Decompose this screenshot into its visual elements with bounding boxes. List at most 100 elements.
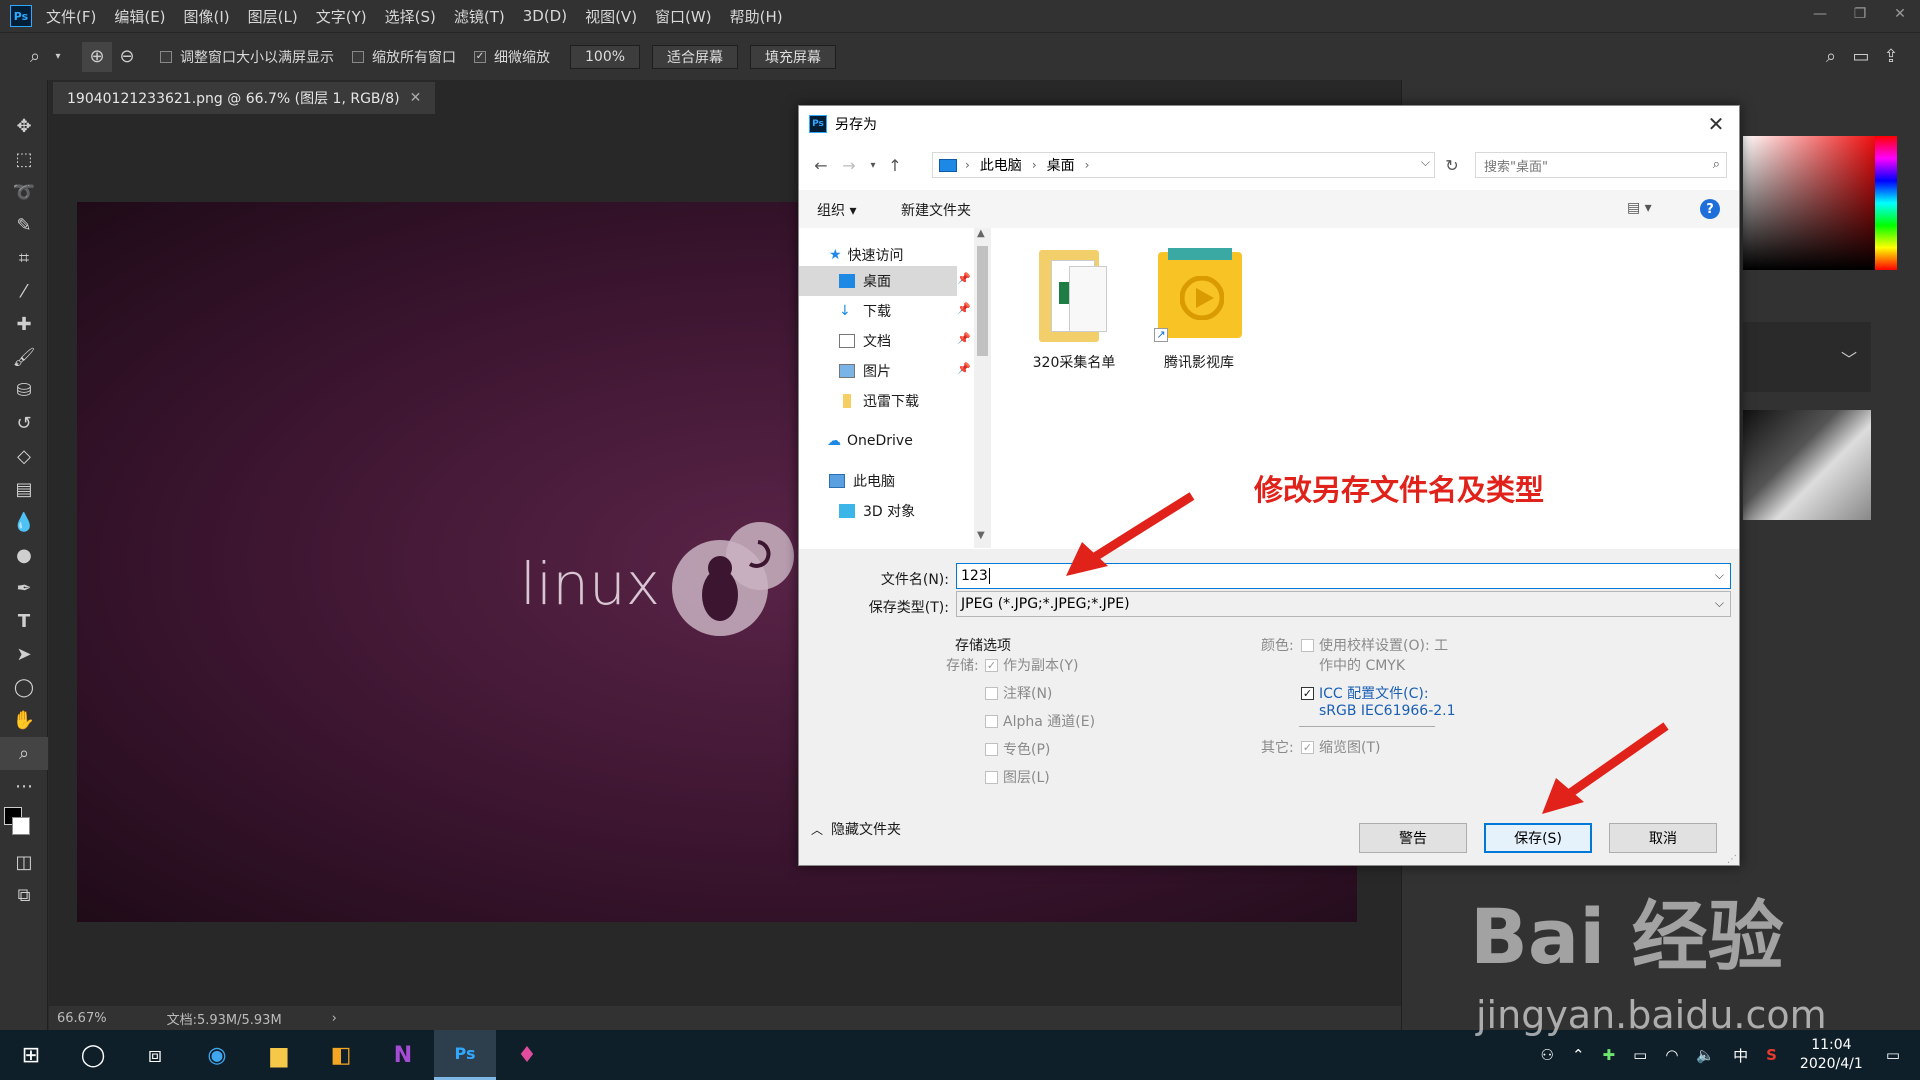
scroll-down-icon[interactable]: ▼ <box>977 530 985 541</box>
menu-image[interactable]: 图像(I) <box>184 6 230 27</box>
resize-grip-icon[interactable]: ⋰ <box>1727 854 1737 865</box>
pin-icon[interactable]: 📌 <box>957 362 971 375</box>
balloon-app-icon[interactable]: ♦ <box>496 1030 558 1080</box>
lasso-tool-icon[interactable]: ➰ <box>0 176 48 209</box>
quick-mask-icon[interactable]: ◫ <box>0 846 48 879</box>
pin-icon[interactable]: 📌 <box>957 332 971 345</box>
libraries-dropdown[interactable]: ﹀ <box>1743 322 1871 392</box>
nav-downloads[interactable]: ↓ 下载 <box>799 296 957 326</box>
warning-button[interactable]: 警告 <box>1359 823 1467 853</box>
search-input[interactable]: 搜索"桌面" ⌕ <box>1475 152 1727 178</box>
help-icon[interactable]: ? <box>1700 199 1720 219</box>
menu-select[interactable]: 选择(S) <box>385 6 436 27</box>
quick-select-icon[interactable]: ✎ <box>0 209 48 242</box>
screen-mode-icon[interactable]: ⧉ <box>0 879 48 912</box>
menu-3d[interactable]: 3D(D) <box>523 7 567 25</box>
type-tool-icon[interactable]: T <box>0 605 48 638</box>
file-explorer-icon[interactable]: ▆ <box>248 1030 310 1080</box>
clone-stamp-icon[interactable]: ⛁ <box>0 374 48 407</box>
refresh-icon[interactable]: ↻ <box>1439 152 1465 178</box>
healing-brush-icon[interactable]: ✚ <box>0 308 48 341</box>
menu-edit[interactable]: 编辑(E) <box>114 6 165 27</box>
eyedropper-icon[interactable]: ⁄ <box>0 275 48 308</box>
chevron-down-icon[interactable]: ⌵ <box>1421 155 1430 170</box>
up-arrow-icon[interactable]: ↑ <box>883 154 907 176</box>
pin-icon[interactable]: 📌 <box>957 272 971 285</box>
sogou-ime-icon[interactable]: S <box>1766 1046 1777 1064</box>
zoom-all-windows-checkbox[interactable]: 缩放所有窗口 <box>352 47 456 67</box>
organize-button[interactable]: 组织 ▾ <box>817 200 856 220</box>
menu-file[interactable]: 文件(F) <box>46 6 96 27</box>
scroll-up-icon[interactable]: ▲ <box>977 228 985 239</box>
workspace-icon[interactable]: ▭ <box>1846 42 1876 72</box>
close-tab-icon[interactable]: ✕ <box>410 90 422 106</box>
menu-filter[interactable]: 滤镜(T) <box>454 6 505 27</box>
security-app-icon[interactable]: ✚ <box>1603 1046 1616 1064</box>
menu-help[interactable]: 帮助(H) <box>730 6 783 27</box>
zoom-out-icon[interactable]: ⊖ <box>112 42 142 72</box>
tray-expand-icon[interactable]: ⌃ <box>1572 1046 1585 1064</box>
save-button[interactable]: 保存(S) <box>1484 823 1592 853</box>
path-select-icon[interactable]: ➤ <box>0 638 48 671</box>
scrubby-zoom-checkbox[interactable]: ✓ 细微缩放 <box>474 47 550 67</box>
nav-desktop[interactable]: 桌面 <box>799 266 957 296</box>
history-brush-icon[interactable]: ↺ <box>0 407 48 440</box>
fit-screen-button[interactable]: 适合屏幕 <box>652 44 739 69</box>
volume-icon[interactable]: 🔈 <box>1696 1046 1715 1064</box>
zoom-100-button[interactable]: 100% <box>570 44 641 69</box>
menu-window[interactable]: 窗口(W) <box>655 6 712 27</box>
minimize-icon[interactable]: — <box>1800 0 1840 28</box>
brush-tool-icon[interactable]: 🖌 <box>0 341 48 374</box>
nav-onedrive[interactable]: ☁ OneDrive <box>799 426 957 456</box>
onenote-icon[interactable]: N <box>372 1030 434 1080</box>
as-copy-checkbox[interactable]: ✓ 作为副本(Y) <box>985 655 1078 675</box>
notification-icon[interactable]: ▭ <box>1886 1046 1900 1064</box>
nav-pictures[interactable]: 图片 <box>799 356 957 386</box>
zoom-tool-icon[interactable]: ⌕ <box>0 737 48 770</box>
close-window-icon[interactable]: ✕ <box>1880 0 1920 28</box>
zoom-level[interactable]: 66.67% <box>57 1011 107 1026</box>
clock[interactable]: 11:04 2020/4/1 <box>1800 1036 1863 1074</box>
back-arrow-icon[interactable]: ← <box>809 154 833 176</box>
pin-icon[interactable]: 📌 <box>957 302 971 315</box>
layers-checkbox[interactable]: 图层(L) <box>985 767 1050 787</box>
ime-indicator[interactable]: 中 <box>1733 1045 1748 1066</box>
folder-item[interactable]: 320采集名单 <box>1014 246 1134 372</box>
nav-3d-objects[interactable]: 3D 对象 <box>799 496 957 526</box>
menu-type[interactable]: 文字(Y) <box>316 6 367 27</box>
chevron-down-icon[interactable]: ▾ <box>50 42 66 72</box>
nav-this-pc[interactable]: 此电脑 <box>799 466 957 496</box>
color-picker-field[interactable] <box>1743 136 1883 270</box>
menu-layer[interactable]: 图层(L) <box>248 6 298 27</box>
resize-windows-checkbox[interactable]: 调整窗口大小以满屏显示 <box>160 47 334 67</box>
network-icon[interactable]: ◠ <box>1665 1046 1678 1064</box>
alpha-channels-checkbox[interactable]: Alpha 通道(E) <box>985 711 1095 731</box>
fill-screen-button[interactable]: 填充屏幕 <box>750 44 837 69</box>
more-tools-icon[interactable]: ⋯ <box>0 770 48 803</box>
filetype-select[interactable]: JPEG (*.JPG;*.JPEG;*.JPE) ⌵ <box>956 591 1731 617</box>
hand-tool-icon[interactable]: ✋ <box>0 704 48 737</box>
zoom-tool-preset-icon[interactable]: ⌕ <box>20 42 50 72</box>
people-icon[interactable]: ⚇ <box>1541 1046 1554 1064</box>
recent-locations-icon[interactable]: ▾ <box>861 154 885 176</box>
windows-start-icon[interactable]: ⊞ <box>0 1030 62 1080</box>
chevron-down-icon[interactable]: ⌵ <box>1715 568 1724 583</box>
share-icon[interactable]: ⇪ <box>1876 42 1906 72</box>
nav-documents[interactable]: 文档 <box>799 326 957 356</box>
marquee-tool-icon[interactable]: ⬚ <box>0 143 48 176</box>
view-options-icon[interactable]: ▤ ▾ <box>1627 200 1652 216</box>
spot-colors-checkbox[interactable]: 专色(P) <box>985 739 1050 759</box>
hide-folders-toggle[interactable]: ︿ 隐藏文件夹 <box>811 819 901 839</box>
menu-view[interactable]: 视图(V) <box>585 6 637 27</box>
status-menu-icon[interactable]: › <box>332 1011 337 1026</box>
crop-tool-icon[interactable]: ⌗ <box>0 242 48 275</box>
app-window-icon[interactable]: ◧ <box>310 1030 372 1080</box>
cortana-search-icon[interactable]: ◯ <box>62 1030 124 1080</box>
gradient-icon[interactable]: ▤ <box>0 473 48 506</box>
notes-checkbox[interactable]: 注释(N) <box>985 683 1052 703</box>
document-tab[interactable]: 19040121233621.png @ 66.7% (图层 1, RGB/8)… <box>53 82 436 114</box>
dodge-tool-icon[interactable]: ● <box>0 539 48 572</box>
scrollbar-thumb[interactable] <box>977 246 988 356</box>
eraser-icon[interactable]: ◇ <box>0 440 48 473</box>
dialog-close-icon[interactable]: ✕ <box>1701 110 1731 138</box>
